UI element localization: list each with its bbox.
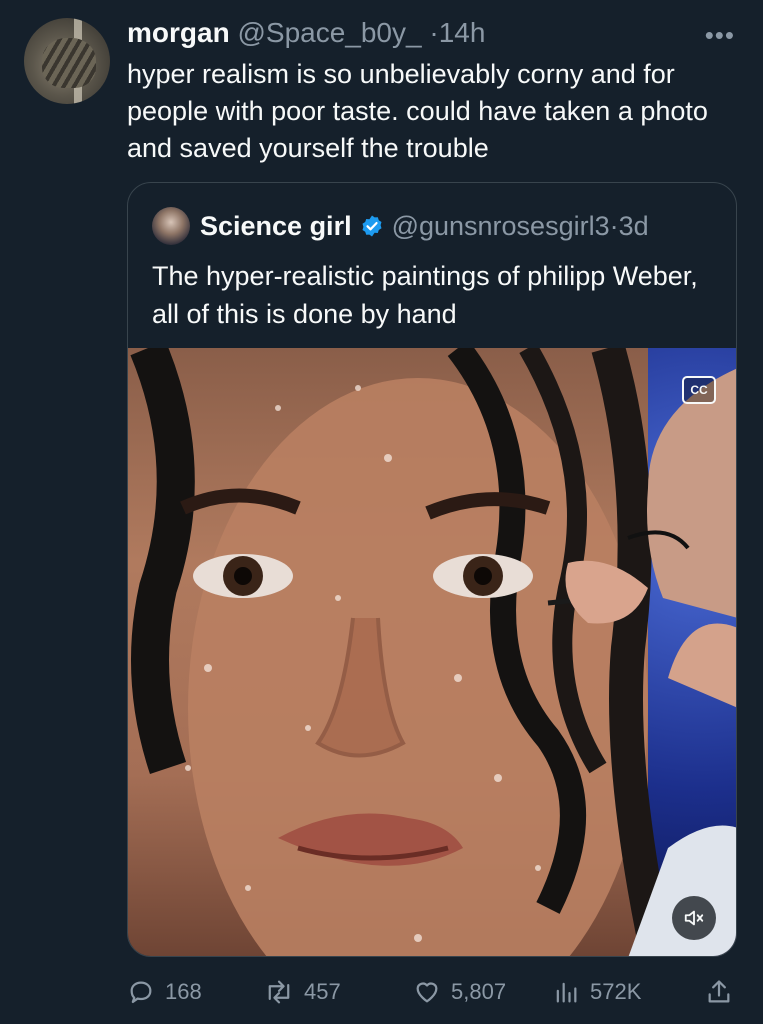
- video-player[interactable]: CC: [128, 348, 736, 956]
- quoted-header: Science girl @gunsnrosesgirl3 · 3d: [152, 207, 649, 245]
- volume-muted-icon[interactable]: [672, 896, 716, 940]
- closed-captions-icon[interactable]: CC: [682, 376, 716, 404]
- quoted-separator: ·: [609, 211, 619, 241]
- quoted-time: 3d: [618, 211, 649, 241]
- tweet[interactable]: morgan @Space_b0y_ ·14h ••• hyper realis…: [0, 0, 763, 1024]
- retweet-button[interactable]: 457: [264, 972, 341, 1012]
- like-count: 5,807: [451, 979, 507, 1004]
- retweet-icon: [268, 980, 290, 1004]
- quoted-avatar[interactable]: [152, 207, 190, 245]
- more-horizontal-icon[interactable]: •••: [705, 20, 735, 51]
- action-bar: 168 457 5,807 572K: [127, 972, 737, 1012]
- reply-icon: [130, 981, 152, 1004]
- like-button[interactable]: 5,807: [413, 972, 506, 1012]
- tweet-header: morgan @Space_b0y_ ·14h: [127, 16, 485, 50]
- reply-button[interactable]: 168: [127, 972, 202, 1012]
- reply-count: 168: [165, 979, 202, 1004]
- verified-badge-icon: [360, 214, 384, 238]
- quoted-tweet[interactable]: Science girl @gunsnrosesgirl3 · 3d The hy…: [127, 182, 737, 957]
- heart-icon: [416, 982, 438, 1003]
- author-handle[interactable]: @Space_b0y_: [237, 17, 421, 48]
- retweet-count: 457: [304, 979, 341, 1004]
- views-button[interactable]: 572K: [552, 972, 641, 1012]
- avatar[interactable]: [24, 18, 110, 104]
- views-icon: [556, 982, 577, 1003]
- quoted-author-name: Science girl: [200, 211, 352, 241]
- tweet-time[interactable]: 14h: [439, 17, 486, 48]
- share-icon: [708, 980, 730, 1003]
- tweet-text: hyper realism is so unbelievably corny a…: [127, 59, 708, 163]
- views-count: 572K: [590, 979, 642, 1004]
- quoted-author-handle: @gunsnrosesgirl3: [391, 211, 610, 241]
- separator: ·: [429, 17, 439, 48]
- quoted-text: The hyper-realistic paintings of philipp…: [152, 261, 698, 329]
- share-button[interactable]: [705, 972, 743, 1012]
- author-name[interactable]: morgan: [127, 17, 230, 48]
- video-frame: [130, 348, 736, 956]
